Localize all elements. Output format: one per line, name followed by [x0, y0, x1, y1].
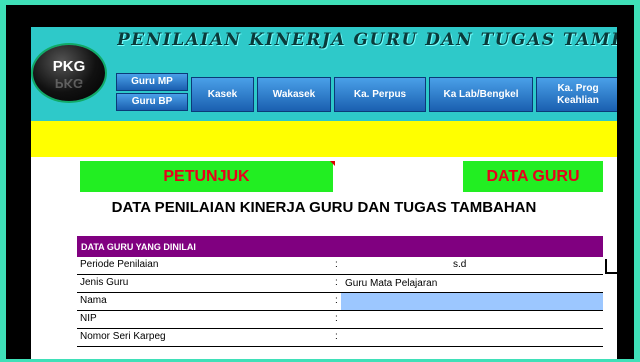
guru-bp-button[interactable]: Guru BP [116, 93, 188, 111]
row-colon: : [335, 259, 338, 270]
jenis-guru-value[interactable]: Guru Mata Pelajaran [341, 275, 603, 292]
table-row: Jenis Guru : Guru Mata Pelajaran [77, 275, 603, 293]
spreadsheet: PENILAIAN KINERJA GURU DAN TUGAS TAMBAHA… [31, 27, 617, 359]
periode-value[interactable] [341, 257, 603, 274]
row-label: Jenis Guru [80, 277, 129, 288]
logo-reflection: PKG [54, 76, 84, 91]
yellow-banner [31, 121, 617, 157]
row-colon: : [335, 295, 338, 306]
ka-prog-keahlian-button[interactable]: Ka. Prog Keahlian [536, 77, 617, 112]
header-banner: PENILAIAN KINERJA GURU DAN TUGAS TAMBAHA… [31, 27, 617, 121]
row-colon: : [335, 277, 338, 288]
data-guru-tab[interactable]: DATA GURU [463, 161, 603, 192]
row-label: Periode Penilaian [80, 259, 159, 270]
row-label: NIP [80, 313, 97, 324]
wakasek-button[interactable]: Wakasek [257, 77, 331, 112]
karpeg-value[interactable] [341, 329, 603, 346]
guru-mp-button[interactable]: Guru MP [116, 73, 188, 91]
pkg-logo[interactable]: PKG PKG [33, 45, 105, 101]
outer-frame: PENILAIAN KINERJA GURU DAN TUGAS TAMBAHA… [6, 5, 634, 359]
table-header: DATA GURU YANG DINILAI [77, 236, 603, 257]
table-row: Nama : [77, 293, 603, 311]
row-label: Nama [80, 295, 107, 306]
page-heading: DATA PENILAIAN KINERJA GURU DAN TUGAS TA… [111, 199, 537, 216]
teacher-data-table: DATA GURU YANG DINILAI Periode Penilaian… [77, 236, 603, 347]
kasek-button[interactable]: Kasek [191, 77, 254, 112]
logo-text: PKG [52, 58, 86, 75]
ka-lab-bengkel-button[interactable]: Ka Lab/Bengkel [429, 77, 533, 112]
comment-indicator [330, 161, 335, 166]
row-label: Nomor Seri Karpeg [80, 331, 166, 342]
row-colon: : [335, 331, 338, 342]
table-row: NIP : [77, 311, 603, 329]
nama-input[interactable] [341, 293, 603, 310]
table-row: Periode Penilaian : s.d [77, 257, 603, 275]
sd-label: s.d [453, 259, 467, 270]
petunjuk-tab[interactable]: PETUNJUK [80, 161, 333, 192]
nip-value[interactable] [341, 311, 603, 328]
table-row: Nomor Seri Karpeg : [77, 329, 603, 347]
ka-perpus-button[interactable]: Ka. Perpus [334, 77, 426, 112]
app-title: PENILAIAN KINERJA GURU DAN TUGAS TAMBAHA… [117, 30, 617, 50]
cell-border-marker [605, 259, 617, 274]
row-colon: : [335, 313, 338, 324]
